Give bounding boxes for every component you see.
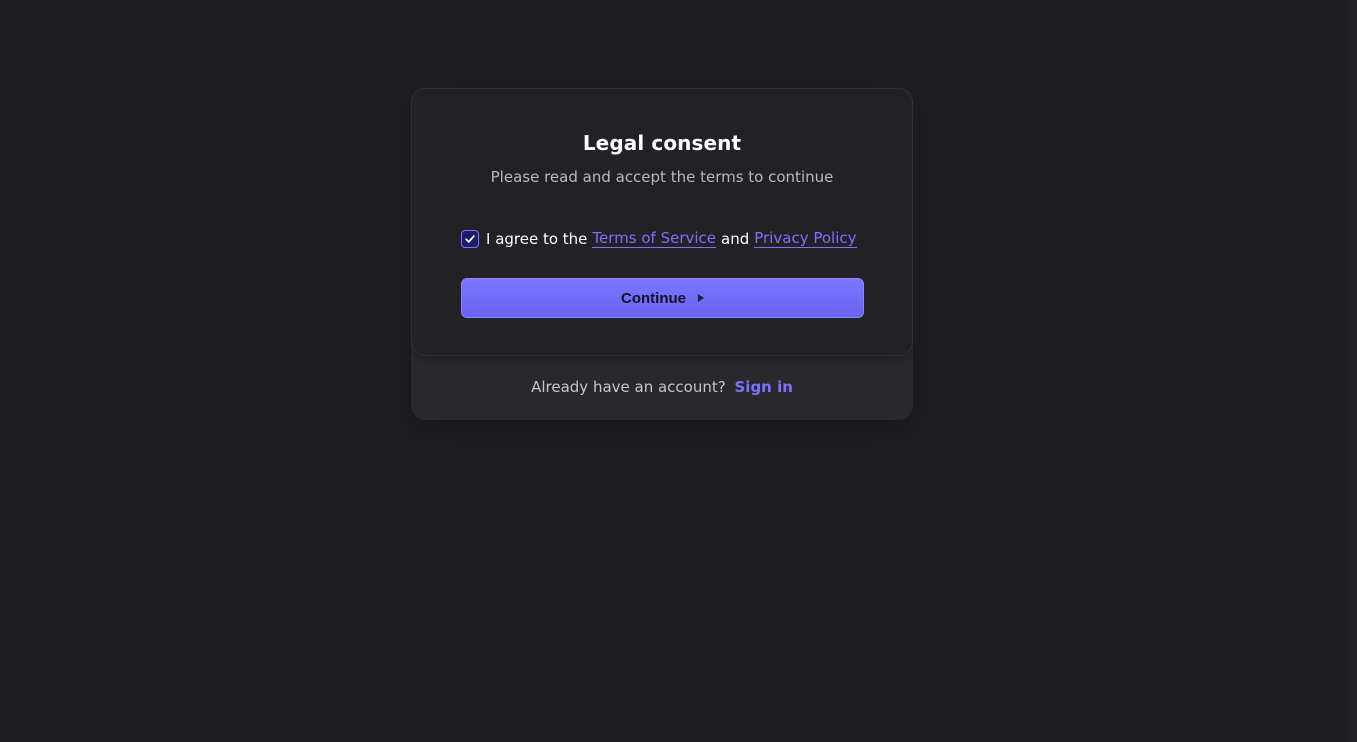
terms-of-service-link[interactable]: Terms of Service <box>592 230 717 248</box>
play-triangle-icon <box>698 294 704 302</box>
existing-account-text: Already have an account? <box>531 378 726 396</box>
sign-in-link[interactable]: Sign in <box>735 378 793 396</box>
page-subtitle: Please read and accept the terms to cont… <box>490 168 834 186</box>
legal-consent-page: Legal consent Please read and accept the… <box>0 0 1357 742</box>
consent-conjunction: and <box>721 230 750 248</box>
continue-button[interactable]: Continue <box>461 278 864 318</box>
privacy-policy-link[interactable]: Privacy Policy <box>754 230 857 248</box>
terms-consent-checkbox[interactable] <box>461 230 479 248</box>
scrollbar-track[interactable] <box>1349 0 1357 742</box>
continue-button-label: Continue <box>621 289 686 307</box>
signin-footer: Already have an account? Sign in <box>411 378 913 396</box>
legal-consent-row: I agree to the Terms of Service and Priv… <box>461 228 857 250</box>
checkmark-icon <box>465 235 475 243</box>
legal-consent-card: Legal consent Please read and accept the… <box>411 88 913 356</box>
consent-prefix: I agree to the <box>486 230 588 248</box>
page-title: Legal consent <box>582 131 742 155</box>
auth-card-container: Legal consent Please read and accept the… <box>411 88 913 420</box>
